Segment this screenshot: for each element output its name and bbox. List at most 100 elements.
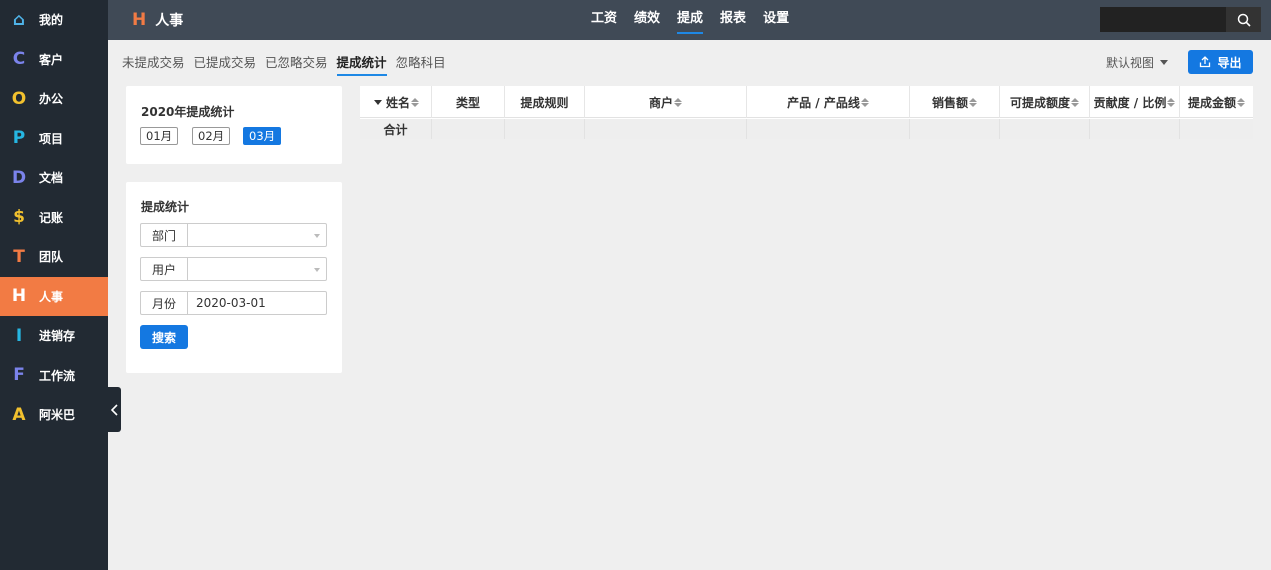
sidebar-item-label: 我的 (39, 13, 64, 28)
sidebar-item-5[interactable]: $ 记账 (0, 198, 108, 238)
top-nav-item-2[interactable]: 提成 (677, 0, 704, 40)
total-cell (1180, 119, 1253, 139)
sidebar-item-4[interactable]: D 文档 (0, 158, 108, 198)
export-icon (1200, 56, 1211, 68)
column-header-8[interactable]: 提成金额 (1180, 86, 1253, 118)
user-field: 用户 (140, 257, 327, 281)
column-header-6[interactable]: 可提成额度 (1000, 86, 1090, 118)
brand-logo-icon: H (132, 10, 147, 30)
sub-tab-2[interactable]: 已忽略交易 (265, 52, 328, 76)
column-header-4[interactable]: 产品 / 产品线 (747, 86, 910, 118)
letter-3-icon: P (12, 128, 26, 149)
sidebar-item-0[interactable]: ⌂ 我的 (0, 0, 108, 40)
sidebar-item-2[interactable]: O 办公 (0, 79, 108, 119)
sidebar-item-6[interactable]: T 团队 (0, 237, 108, 277)
sidebar-item-label: 项目 (39, 131, 64, 146)
month-input[interactable]: 2020-03-01 (188, 292, 326, 314)
top-nav-item-1[interactable]: 绩效 (634, 0, 660, 40)
sort-icon[interactable] (1071, 97, 1079, 107)
top-nav-item-0[interactable]: 工资 (591, 0, 617, 40)
total-cell (585, 119, 747, 139)
filter-panel-title: 提成统计 (141, 200, 190, 214)
sidebar-item-label: 办公 (39, 92, 64, 107)
column-header-3[interactable]: 商户 (585, 86, 747, 118)
app-brand: H 人事 (132, 0, 183, 40)
sort-icon[interactable] (1167, 97, 1176, 107)
user-select[interactable] (188, 258, 326, 280)
department-label: 部门 (141, 224, 188, 246)
commission-table: 姓名 类型 提成规则 商户 产品 / 产品线 销售额 可提成额度 贡献度 / 比例 提成金额 合… (360, 86, 1253, 139)
letter-2-icon: O (11, 88, 27, 109)
month-field: 月份 2020-03-01 (140, 291, 327, 315)
sub-tab-3[interactable]: 提成统计 (336, 52, 387, 76)
chevron-left-icon (110, 403, 118, 416)
sidebar-item-label: 文档 (39, 171, 64, 186)
total-cell (910, 119, 1000, 139)
top-nav-item-3[interactable]: 报表 (720, 0, 746, 40)
sidebar-item-9[interactable]: F 工作流 (0, 356, 108, 396)
total-cell (747, 119, 910, 139)
sidebar-item-label: 工作流 (39, 368, 76, 383)
top-header: H 人事 工资 绩效 提成 报表 设置 (108, 0, 1271, 40)
sort-icon[interactable] (411, 97, 419, 107)
view-selector[interactable]: 默认视图 (1106, 54, 1169, 71)
sub-tab-1[interactable]: 已提成交易 (194, 52, 257, 76)
total-cell (1090, 119, 1180, 139)
table-header-row: 姓名 类型 提成规则 商户 产品 / 产品线 销售额 可提成额度 贡献度 / 比例 提成金额 (360, 86, 1253, 118)
export-button[interactable]: 导出 (1188, 50, 1253, 74)
sidebar-item-label: 进销存 (39, 329, 76, 344)
total-label-cell: 合计 (360, 119, 432, 139)
column-header-label: 贡献度 / 比例 (1093, 95, 1167, 110)
column-header-label: 提成规则 (520, 95, 569, 110)
sidebar-item-10[interactable]: A 阿米巴 (0, 395, 108, 435)
letter-10-icon: A (12, 404, 26, 425)
sidebar: ⌂ 我的 C 客户 O 办公 P 项目 D 文档 $ 记账 T 团队 H 人事 I 进销存 F 工作流 A 阿米巴 (0, 0, 108, 570)
column-header-7[interactable]: 贡献度 / 比例 (1090, 86, 1180, 118)
sort-icon[interactable] (674, 97, 682, 107)
header-search-button[interactable] (1226, 7, 1261, 32)
caret-down-icon (1160, 60, 1169, 65)
year-stats-panel: 2020年提成统计 01月 02月 03月 (126, 86, 342, 164)
total-cell (1000, 119, 1090, 139)
sidebar-collapse-toggle[interactable] (108, 387, 121, 432)
search-button[interactable]: 搜索 (140, 325, 188, 349)
sort-icon[interactable] (969, 97, 977, 107)
letter-5-icon: $ (13, 207, 25, 228)
expand-caret-icon[interactable] (374, 100, 382, 105)
letter-8-icon: I (15, 325, 23, 346)
total-cell (505, 119, 585, 139)
sidebar-item-label: 客户 (39, 52, 64, 67)
sub-tab-0[interactable]: 未提成交易 (122, 52, 185, 76)
header-search-input[interactable] (1100, 7, 1226, 32)
column-header-0[interactable]: 姓名 (360, 86, 432, 118)
sort-icon[interactable] (860, 97, 869, 107)
export-button-label: 导出 (1217, 55, 1242, 70)
column-header-5[interactable]: 销售额 (910, 86, 1000, 118)
sub-tabs: 未提成交易 已提成交易 已忽略交易 提成统计 忽略科目 (122, 52, 455, 76)
month-button-02[interactable]: 02月 (192, 127, 231, 145)
column-header-2[interactable]: 提成规则 (505, 86, 585, 118)
column-header-label: 类型 (455, 95, 480, 110)
sidebar-item-7[interactable]: H 人事 (0, 276, 108, 316)
month-button-01[interactable]: 01月 (140, 127, 179, 145)
letter-9-icon: F (13, 365, 25, 386)
column-header-label: 商户 (648, 95, 673, 110)
year-stats-title: 2020年提成统计 (141, 105, 235, 119)
top-nav-item-4[interactable]: 设置 (763, 0, 789, 40)
letter-7-icon: H (11, 286, 27, 307)
letter-4-icon: D (11, 167, 27, 188)
sidebar-item-8[interactable]: I 进销存 (0, 316, 108, 356)
month-button-03[interactable]: 03月 (243, 127, 282, 145)
column-header-1[interactable]: 类型 (432, 86, 505, 118)
sidebar-item-1[interactable]: C 客户 (0, 40, 108, 80)
column-header-label: 可提成额度 (1009, 95, 1070, 110)
month-label: 月份 (141, 292, 188, 314)
search-icon (1237, 13, 1251, 27)
sort-icon[interactable] (1237, 97, 1245, 107)
department-select[interactable] (188, 224, 326, 246)
department-field: 部门 (140, 223, 327, 247)
caret-down-icon (314, 234, 320, 238)
sidebar-item-label: 阿米巴 (39, 408, 76, 423)
sub-tab-4[interactable]: 忽略科目 (396, 52, 446, 76)
sidebar-item-3[interactable]: P 项目 (0, 119, 108, 159)
